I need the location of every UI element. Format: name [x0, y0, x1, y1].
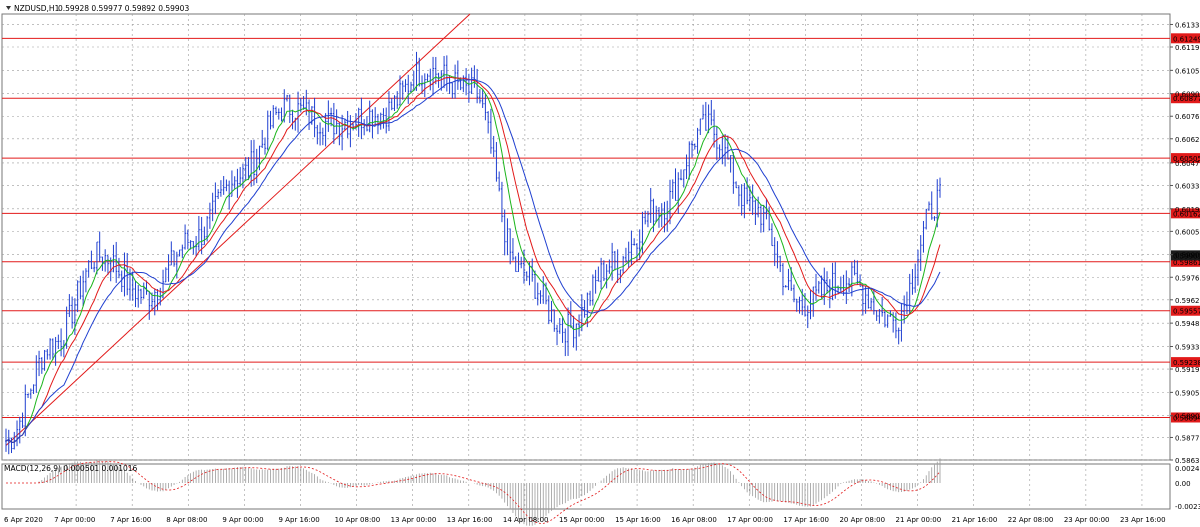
time-label: 13 Apr 16:00	[447, 516, 493, 524]
time-label: 17 Apr 16:00	[783, 516, 829, 524]
price-tick-label: 0.60050	[1175, 228, 1200, 236]
time-label: 7 Apr 16:00	[110, 516, 151, 524]
time-label: 15 Apr 16:00	[615, 516, 661, 524]
level-price-label: 0.61249	[1173, 35, 1200, 43]
macd-tick-label: -0.002328	[1175, 503, 1200, 511]
price-tick-label: 0.60765	[1175, 113, 1200, 121]
time-label: 10 Apr 08:00	[335, 516, 381, 524]
time-label: 17 Apr 00:00	[727, 516, 773, 524]
price-tick-label: 0.60190	[1175, 206, 1200, 214]
time-label: 23 Apr 16:00	[1120, 516, 1166, 524]
ohlc-readout: 0.59928 0.59977 0.59892 0.59903	[58, 4, 189, 13]
price-tick-label: 0.60475	[1175, 160, 1200, 168]
price-tick-label: 0.61195	[1175, 44, 1200, 52]
price-tick-label: 0.59335	[1175, 343, 1200, 351]
price-tick-label: 0.59765	[1175, 274, 1200, 282]
time-label: 9 Apr 00:00	[222, 516, 263, 524]
window-title: NZDUSD,H1	[14, 4, 60, 13]
price-tick-label: 0.59195	[1175, 366, 1200, 374]
time-label: 6 Apr 2020	[4, 516, 43, 524]
macd-tick-label: 0.002415	[1175, 465, 1200, 473]
time-label: 7 Apr 00:00	[54, 516, 95, 524]
price-tick-label: 0.58630	[1175, 457, 1200, 465]
price-tick-label: 0.61050	[1175, 67, 1200, 75]
chart-window[interactable]: 0.61249 0.60877 0.60505 0.60162 0.59861 0.595…	[0, 0, 1200, 527]
time-label: 13 Apr 00:00	[391, 516, 437, 524]
time-label: 16 Apr 08:00	[671, 516, 717, 524]
price-tick-label: 0.60625	[1175, 136, 1200, 144]
macd-label: MACD(12,26,9) 0.000501 0.001016	[4, 464, 138, 473]
price-tick-label: 0.59480	[1175, 320, 1200, 328]
time-label: 9 Apr 16:00	[278, 516, 319, 524]
chart-canvas[interactable]: 0.612490.608770.605050.601620.598610.595…	[0, 0, 1200, 527]
chart-background	[0, 0, 1200, 527]
price-tick-label: 0.58905	[1175, 413, 1200, 421]
price-tick-label: 0.59625	[1175, 297, 1200, 305]
price-tick-label: 0.58770	[1175, 434, 1200, 442]
price-tick-label: 0.60335	[1175, 182, 1200, 190]
price-tick-label: 0.59050	[1175, 389, 1200, 397]
time-label: 15 Apr 00:00	[559, 516, 605, 524]
time-label: 23 Apr 00:00	[1064, 516, 1110, 524]
time-label: 8 Apr 08:00	[166, 516, 207, 524]
chart-header: NZDUSD,H1 0.59928 0.59977 0.59892 0.5990…	[6, 4, 189, 13]
macd-tick-label: 0.00	[1175, 480, 1191, 488]
time-label: 21 Apr 16:00	[952, 516, 998, 524]
price-tick-label: 0.59905	[1175, 252, 1200, 260]
price-tick-label: 0.61335	[1175, 21, 1200, 29]
time-label: 21 Apr 00:00	[896, 516, 942, 524]
time-label: 22 Apr 08:00	[1008, 516, 1054, 524]
time-label: 20 Apr 08:00	[839, 516, 885, 524]
price-tick-label: 0.60905	[1175, 91, 1200, 99]
level-price-label: 0.59557	[1173, 308, 1200, 316]
time-label: 14 Apr 08:00	[503, 516, 549, 524]
